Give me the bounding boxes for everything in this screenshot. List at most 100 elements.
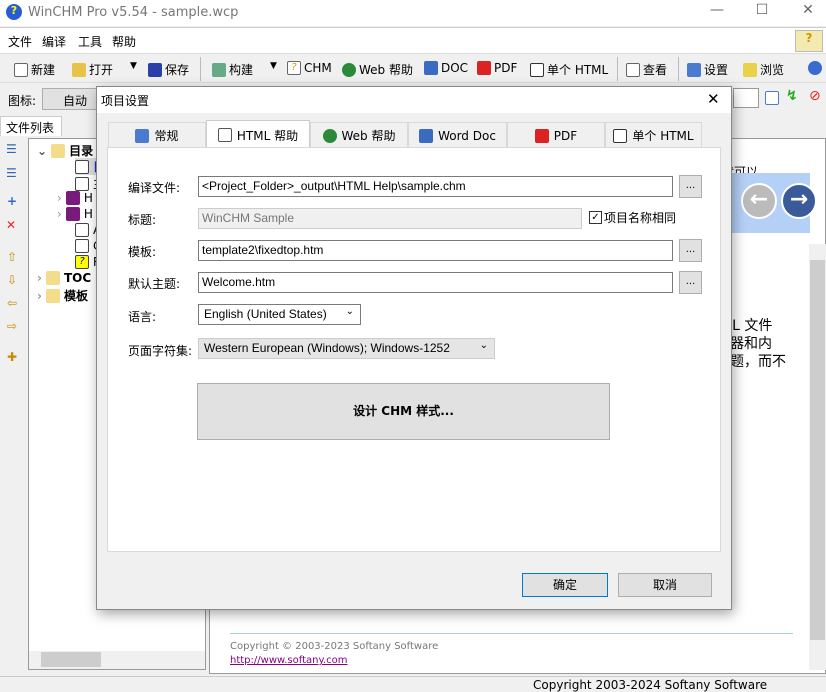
dialog-close-button[interactable]: ✕	[707, 90, 720, 108]
preview-line: 器和内	[730, 336, 772, 352]
forward-arrow-icon[interactable]: →	[781, 183, 817, 219]
new-button[interactable]: 新建	[14, 61, 55, 78]
insert-icon[interactable]: ✚	[7, 350, 17, 364]
same-as-project-checkbox[interactable]: ✓ 项目名称相同	[589, 209, 676, 226]
design-chm-style-button[interactable]: 设计 CHM 样式...	[197, 383, 610, 440]
website-link[interactable]: http://www.softany.com	[230, 655, 348, 666]
help-book-icon[interactable]: ?	[795, 30, 823, 52]
green-arrow-icon[interactable]: ↯	[786, 88, 798, 104]
build-dropdown-icon[interactable]: ▼	[270, 61, 277, 71]
default-topic-browse-button[interactable]: ...	[679, 271, 702, 294]
maximize-button[interactable]: ☐	[747, 2, 777, 22]
chm-label: CHM	[304, 61, 332, 75]
doc-button[interactable]: DOC	[424, 61, 468, 75]
tab-word-doc[interactable]: Word Doc	[408, 122, 507, 148]
vertical-scrollbar[interactable]	[809, 244, 826, 670]
word-doc-icon	[424, 61, 438, 75]
settings-label: 设置	[704, 63, 729, 77]
compile-browse-button[interactable]: ...	[679, 175, 702, 198]
build-button[interactable]: 构建	[212, 61, 253, 78]
menu-tools[interactable]: 工具	[78, 33, 102, 50]
compile-file-input[interactable]: <Project_Folder>_output\HTML Help\sample…	[198, 176, 673, 197]
globe-icon	[322, 128, 337, 143]
outdent-icon[interactable]: ☰	[6, 166, 17, 180]
tab-label: 单个 HTML	[632, 129, 694, 143]
status-text: Copyright 2003-2024 Softany Software	[533, 678, 768, 692]
help-icon	[808, 61, 822, 75]
toolbar-divider	[678, 57, 679, 81]
move-right-icon[interactable]: ⇨	[7, 319, 17, 333]
tab-general[interactable]: 常规	[108, 122, 206, 148]
folder-open-icon	[72, 62, 86, 77]
book-icon	[65, 207, 80, 221]
indent-icon[interactable]: ☰	[6, 142, 17, 156]
save-icon	[148, 62, 162, 77]
page-icon[interactable]	[765, 91, 779, 105]
menu-compile[interactable]: 编译	[42, 33, 66, 50]
move-left-icon[interactable]: ⇦	[7, 296, 17, 310]
help-button[interactable]	[808, 61, 822, 75]
browse-button[interactable]: 浏览	[743, 61, 784, 78]
tree-tool-strip: ☰ ☰ + ✕ ⇧ ⇩ ⇦ ⇨ ✚	[0, 138, 27, 668]
tab-label: 常规	[154, 129, 179, 143]
menu-file[interactable]: 文件	[8, 33, 32, 50]
pdf-button[interactable]: PDF	[477, 61, 517, 75]
minimize-button[interactable]: —	[702, 2, 732, 22]
tab-web-help[interactable]: Web 帮助	[310, 122, 408, 148]
folder-icon	[51, 143, 66, 158]
menu-help[interactable]: 帮助	[112, 33, 136, 50]
chm-icon	[217, 128, 232, 142]
chevron-right-icon: ›	[57, 207, 62, 221]
cancel-button[interactable]: 取消	[618, 573, 712, 597]
tab-pdf[interactable]: PDF	[507, 122, 605, 148]
delete-icon[interactable]: ✕	[6, 218, 16, 232]
horizontal-scrollbar[interactable]	[29, 651, 205, 669]
save-button[interactable]: 保存	[148, 61, 189, 78]
file-list-tab[interactable]: 文件列表	[0, 116, 62, 136]
chevron-down-icon: ⌄	[37, 143, 48, 158]
template-browse-button[interactable]: ...	[679, 239, 702, 262]
toolbar-divider	[200, 57, 201, 81]
tree-node-toc[interactable]: › TOC	[37, 271, 91, 285]
tree-item[interactable]: › H	[57, 191, 93, 205]
search-input[interactable]	[733, 88, 759, 108]
tab-html-help[interactable]: HTML 帮助	[206, 120, 310, 149]
close-button[interactable]: ✕	[793, 2, 823, 22]
move-down-icon[interactable]: ⇩	[7, 273, 17, 287]
back-arrow-icon[interactable]: ←	[741, 183, 777, 219]
chm-button[interactable]: ? CHM	[287, 61, 332, 75]
page-icon	[75, 176, 89, 191]
language-select[interactable]: English (United States) ⌄	[198, 304, 361, 325]
tree-node-toc-root[interactable]: ⌄ 目录	[37, 142, 93, 159]
tree-node-templates[interactable]: › 模板	[37, 287, 88, 304]
new-label: 新建	[31, 63, 56, 77]
open-button[interactable]: 打开	[72, 61, 113, 78]
icon-combobox[interactable]: 自动	[42, 88, 102, 110]
charset-select[interactable]: Western European (Windows); Windows-1252…	[198, 338, 495, 359]
tree-item[interactable]: › H	[57, 207, 93, 221]
default-topic-input[interactable]: Welcome.htm	[198, 272, 673, 293]
move-up-icon[interactable]: ⇧	[7, 250, 17, 264]
scrollbar-thumb[interactable]	[810, 260, 825, 640]
single-html-button[interactable]: 单个 HTML	[530, 61, 608, 78]
stop-icon[interactable]: ⊘	[809, 88, 821, 104]
template-input[interactable]: template2\fixedtop.htm	[198, 240, 673, 261]
title-input[interactable]: WinCHM Sample	[198, 208, 582, 229]
web-help-button[interactable]: Web 帮助	[342, 61, 413, 78]
add-icon[interactable]: +	[7, 194, 17, 208]
view-button[interactable]: 查看	[626, 61, 667, 78]
browse-label: 浏览	[760, 63, 785, 77]
language-label: 语言:	[128, 310, 157, 324]
menu-bar: 文件 编译 工具 帮助 ?	[0, 27, 826, 53]
settings-icon	[687, 62, 701, 77]
scrollbar-thumb[interactable]	[41, 652, 101, 667]
pdf-label: PDF	[494, 61, 518, 75]
settings-button[interactable]: 设置	[687, 61, 728, 78]
ok-button[interactable]: 确定	[522, 573, 608, 597]
tab-single-html[interactable]: 单个 HTML	[605, 122, 702, 148]
window-title: WinCHM Pro v5.54 - sample.wcp	[28, 5, 239, 20]
general-icon	[135, 128, 150, 143]
open-dropdown-icon[interactable]: ▼	[130, 61, 137, 71]
single-html-icon	[613, 128, 628, 143]
title-label: 标题:	[128, 213, 157, 227]
